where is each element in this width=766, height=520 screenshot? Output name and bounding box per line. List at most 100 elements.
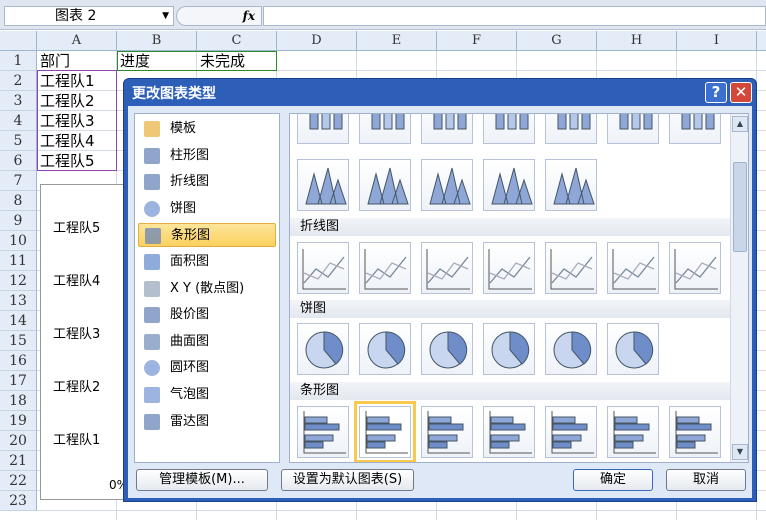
- category-scatter-chart[interactable]: X Y (散点图): [138, 277, 276, 301]
- bar-subtype-2[interactable]: [354, 401, 416, 462]
- ok-button[interactable]: 确定: [573, 469, 653, 491]
- formula-input[interactable]: [263, 6, 766, 26]
- column-header[interactable]: A: [37, 31, 117, 51]
- select-all-corner[interactable]: [0, 31, 37, 51]
- cylinder-subtype-3[interactable]: [421, 114, 473, 144]
- category-doughnut-chart[interactable]: 圆环图: [138, 356, 276, 380]
- pie-subtype-3[interactable]: [421, 323, 473, 375]
- row-header[interactable]: 12: [0, 271, 37, 291]
- row-header[interactable]: 13: [0, 291, 37, 311]
- line-subtype-2[interactable]: [359, 242, 411, 294]
- row-header[interactable]: 18: [0, 391, 37, 411]
- category-column-chart[interactable]: 柱形图: [138, 144, 276, 168]
- column-header[interactable]: D: [277, 31, 357, 51]
- scroll-down-button[interactable]: ▼: [732, 444, 748, 460]
- column-header[interactable]: B: [117, 31, 197, 51]
- bar-subtype-4[interactable]: [483, 406, 535, 458]
- category-folder[interactable]: 模板: [138, 117, 276, 141]
- bar-subtype-1[interactable]: [297, 406, 349, 458]
- line-subtype-3[interactable]: [421, 242, 473, 294]
- column-header[interactable]: F: [437, 31, 517, 51]
- row-header[interactable]: 7: [0, 171, 37, 191]
- set-default-chart-button[interactable]: 设置为默认图表(S): [281, 469, 414, 491]
- row-header[interactable]: 16: [0, 351, 37, 371]
- line-subtype-5[interactable]: [545, 242, 597, 294]
- row-header[interactable]: 8: [0, 191, 37, 211]
- close-button[interactable]: ✕: [730, 82, 752, 103]
- bar-subtype-3[interactable]: [421, 406, 473, 458]
- column-header[interactable]: I: [677, 31, 757, 51]
- pie-thumbnail-icon: [305, 331, 344, 369]
- row-header[interactable]: 1: [0, 51, 37, 71]
- line-chart-icon: [144, 174, 160, 191]
- line-subtype-7[interactable]: [669, 242, 721, 294]
- scroll-up-button[interactable]: ▲: [732, 116, 748, 132]
- category-bar-chart[interactable]: 条形图: [138, 223, 276, 248]
- row-header[interactable]: 23: [0, 491, 37, 511]
- pie-subtype-1[interactable]: [297, 323, 349, 375]
- row-header[interactable]: 20: [0, 431, 37, 451]
- row-header[interactable]: 4: [0, 111, 37, 131]
- cone-subtype-1[interactable]: [297, 159, 349, 211]
- category-label: X Y (散点图): [170, 280, 245, 296]
- cell-A1[interactable]: 部门: [38, 51, 70, 71]
- cylinder-subtype-4[interactable]: [483, 114, 535, 144]
- cylinder-subtype-6[interactable]: [607, 114, 659, 144]
- row-header[interactable]: 9: [0, 211, 37, 231]
- row-header[interactable]: 2: [0, 71, 37, 91]
- category-radar-chart[interactable]: 雷达图: [138, 410, 276, 434]
- bar-subtype-7[interactable]: [669, 406, 721, 458]
- pie-subtype-5[interactable]: [545, 323, 597, 375]
- column-header[interactable]: E: [357, 31, 437, 51]
- cylinder-subtype-2[interactable]: [359, 114, 411, 144]
- cone-subtype-5[interactable]: [545, 159, 597, 211]
- category-pie-chart[interactable]: 饼图: [138, 197, 276, 221]
- cone-subtype-4[interactable]: [483, 159, 535, 211]
- line-subtype-1[interactable]: [297, 242, 349, 294]
- name-box[interactable]: 图表 2 ▼: [4, 6, 174, 26]
- chevron-down-icon[interactable]: ▼: [162, 7, 169, 25]
- row-header[interactable]: 21: [0, 451, 37, 471]
- manage-templates-button[interactable]: 管理模板(M)...: [136, 469, 268, 491]
- cone-subtype-3[interactable]: [421, 159, 473, 211]
- bar-chart-object[interactable]: 工程队5 工程队4 工程队3 工程队2 工程队1 0%: [40, 184, 130, 500]
- row-header[interactable]: 19: [0, 411, 37, 431]
- category-stock-chart[interactable]: 股价图: [138, 303, 276, 327]
- column-header[interactable]: C: [197, 31, 277, 51]
- row-header[interactable]: 10: [0, 231, 37, 251]
- pie-subtype-6[interactable]: [607, 323, 659, 375]
- cylinder-subtype-7[interactable]: [669, 114, 721, 144]
- row-header[interactable]: 6: [0, 151, 37, 171]
- cylinder-subtype-1[interactable]: [297, 114, 349, 144]
- cone-subtype-2[interactable]: [359, 159, 411, 211]
- bar-subtype-5[interactable]: [545, 406, 597, 458]
- row-header[interactable]: 22: [0, 471, 37, 491]
- scrollbar-thumb[interactable]: [733, 162, 747, 252]
- row-header[interactable]: 15: [0, 331, 37, 351]
- line-subtype-4[interactable]: [483, 242, 535, 294]
- category-surface-chart[interactable]: 曲面图: [138, 330, 276, 354]
- line-thumbnail-icon: [426, 249, 470, 290]
- line-subtype-6[interactable]: [607, 242, 659, 294]
- help-button[interactable]: ?: [705, 82, 727, 103]
- row-header[interactable]: 11: [0, 251, 37, 271]
- cancel-button[interactable]: 取消: [666, 469, 746, 491]
- bar-subtype-6[interactable]: [607, 406, 659, 458]
- cylinder-thumbnail-icon: [309, 114, 343, 130]
- row-header[interactable]: 14: [0, 311, 37, 331]
- line-thumbnail-icon: [302, 249, 346, 290]
- category-line-chart[interactable]: 折线图: [138, 170, 276, 194]
- pie-subtype-2[interactable]: [359, 323, 411, 375]
- category-bubble-chart[interactable]: 气泡图: [138, 383, 276, 407]
- column-header-partial[interactable]: [757, 31, 766, 51]
- insert-function-button[interactable]: fx: [176, 6, 262, 26]
- column-header[interactable]: G: [517, 31, 597, 51]
- row-header[interactable]: 3: [0, 91, 37, 111]
- gallery-scrollbar[interactable]: ▲ ▼: [730, 114, 748, 462]
- row-header[interactable]: 5: [0, 131, 37, 151]
- pie-subtype-4[interactable]: [483, 323, 535, 375]
- column-header[interactable]: H: [597, 31, 677, 51]
- category-area-chart[interactable]: 面积图: [138, 250, 276, 274]
- row-header[interactable]: 17: [0, 371, 37, 391]
- cylinder-subtype-5[interactable]: [545, 114, 597, 144]
